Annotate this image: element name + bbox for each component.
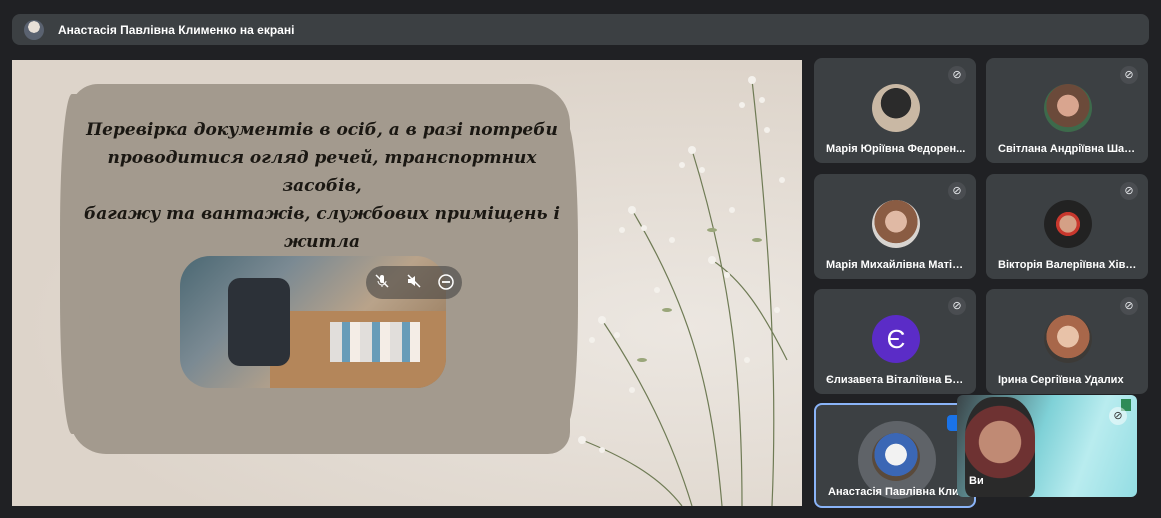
flowers-decoration [578,76,788,506]
mic-off-icon: ⊘ [1109,407,1127,425]
participant-name: Вікторія Валеріївна Хівр... [998,259,1138,271]
slide-line: проводитися огляд речей, транспортних за… [107,148,537,196]
meet-window: Анастасія Павлівна Клименко на екрані Пе… [0,0,1161,518]
photo-bag [228,278,290,366]
avatar [1044,84,1092,132]
avatar [1044,200,1092,248]
remove-circle-icon[interactable] [436,273,456,293]
participant-name: Ірина Сергіївна Удалих [998,374,1124,386]
self-label: Ви [969,475,984,487]
mic-off-icon: ⊘ [1120,297,1138,315]
participant-tile[interactable]: ⊘ Є Єлизавета Віталіївна Біл... [814,289,976,394]
tile-hover-controls [366,266,462,299]
participant-tile[interactable]: ⊘ Марія Михайлівна Матій... [814,174,976,279]
participant-name: Світлана Андріївна Шап... [998,143,1138,155]
volume-off-icon[interactable] [404,273,424,293]
avatar [872,84,920,132]
participant-tile[interactable]: ⊘ Марія Юріївна Федорен... [814,58,976,163]
slide-line: Перевірка документів в осіб, а в разі по… [86,120,558,140]
participant-name: Єлизавета Віталіївна Біл... [826,374,966,386]
slide-line: багажу та вантажів, службових приміщень … [84,204,560,252]
participant-tile[interactable]: ⊘ Ірина Сергіївна Удалих [986,289,1148,394]
participant-name: Марія Юріївна Федорен... [826,143,966,155]
mic-off-icon: ⊘ [1120,66,1138,84]
avatar [1044,315,1092,363]
self-view[interactable]: ⊘ Ви [957,395,1137,497]
avatar [872,200,920,248]
participant-tile[interactable]: ⊘ Вікторія Валеріївна Хівр... [986,174,1148,279]
photo-items [330,322,420,362]
presentation-banner: Анастасія Павлівна Клименко на екрані [12,14,1149,45]
presentation-stage[interactable]: Перевірка документів в осіб, а в разі по… [12,60,802,506]
presenter-label: Анастасія Павлівна Клименко на екрані [58,22,295,37]
avatar [872,433,920,481]
participant-tile[interactable]: ⊘ Світлана Андріївна Шап... [986,58,1148,163]
avatar-initial: Є [872,315,920,363]
mic-off-icon: ⊘ [948,297,966,315]
mic-off-icon: ⊘ [948,182,966,200]
presenter-avatar [24,19,44,40]
mic-off-icon[interactable] [372,273,392,293]
mic-off-icon: ⊘ [1120,182,1138,200]
mic-off-icon: ⊘ [948,66,966,84]
participant-name: Анастасія Павлівна Кли... [828,486,968,498]
participant-name: Марія Михайлівна Матій... [826,259,966,271]
